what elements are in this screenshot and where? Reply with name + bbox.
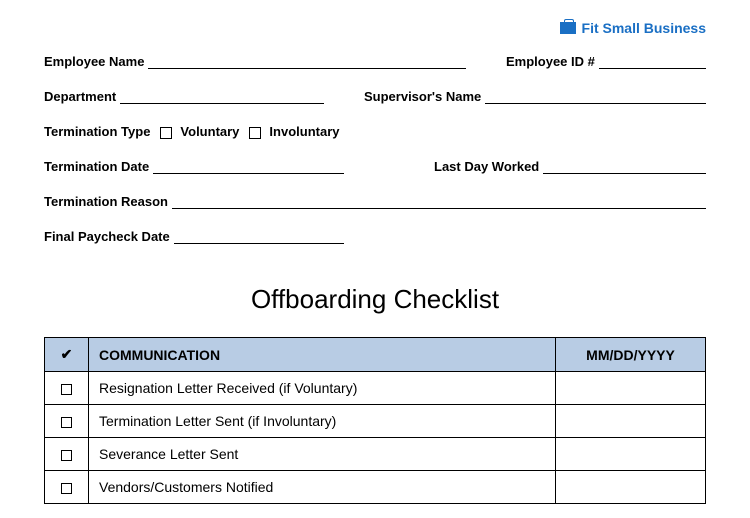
table-row: Termination Letter Sent (if Involuntary)	[45, 405, 706, 438]
last-day-input[interactable]	[543, 160, 706, 174]
employee-id-input[interactable]	[599, 55, 706, 69]
row-checkbox[interactable]	[61, 483, 72, 494]
brand-logo: Fit Small Business	[44, 20, 706, 36]
row-date-input[interactable]	[556, 372, 706, 405]
termination-reason-label: Termination Reason	[44, 194, 168, 209]
final-paycheck-input[interactable]	[174, 230, 344, 244]
employee-id-label: Employee ID #	[506, 54, 595, 69]
employee-name-input[interactable]	[148, 55, 466, 69]
involuntary-checkbox[interactable]	[249, 127, 261, 139]
checklist-table: ✔ COMMUNICATION MM/DD/YYYY Resignation L…	[44, 337, 706, 504]
row-label: Severance Letter Sent	[89, 438, 556, 471]
supervisor-label: Supervisor's Name	[364, 89, 481, 104]
voluntary-label: Voluntary	[180, 124, 239, 139]
row-label: Vendors/Customers Notified	[89, 471, 556, 504]
table-row: Vendors/Customers Notified	[45, 471, 706, 504]
involuntary-label: Involuntary	[269, 124, 339, 139]
briefcase-icon	[560, 22, 576, 34]
row-checkbox[interactable]	[61, 417, 72, 428]
row-date-input[interactable]	[556, 405, 706, 438]
termination-date-input[interactable]	[153, 160, 344, 174]
supervisor-input[interactable]	[485, 90, 706, 104]
last-day-label: Last Day Worked	[434, 159, 539, 174]
termination-date-label: Termination Date	[44, 159, 149, 174]
brand-text: Fit Small Business	[582, 20, 706, 36]
table-row: Severance Letter Sent	[45, 438, 706, 471]
termination-type-label: Termination Type	[44, 124, 150, 139]
final-paycheck-label: Final Paycheck Date	[44, 229, 170, 244]
employee-name-label: Employee Name	[44, 54, 144, 69]
row-date-input[interactable]	[556, 438, 706, 471]
check-header: ✔	[45, 338, 89, 372]
voluntary-checkbox[interactable]	[160, 127, 172, 139]
date-header: MM/DD/YYYY	[556, 338, 706, 372]
table-row: Resignation Letter Received (if Voluntar…	[45, 372, 706, 405]
section-header: COMMUNICATION	[89, 338, 556, 372]
department-input[interactable]	[120, 90, 324, 104]
row-date-input[interactable]	[556, 471, 706, 504]
page-title: Offboarding Checklist	[44, 284, 706, 315]
row-checkbox[interactable]	[61, 450, 72, 461]
row-label: Termination Letter Sent (if Involuntary)	[89, 405, 556, 438]
termination-reason-input[interactable]	[172, 195, 706, 209]
department-label: Department	[44, 89, 116, 104]
row-checkbox[interactable]	[61, 384, 72, 395]
row-label: Resignation Letter Received (if Voluntar…	[89, 372, 556, 405]
